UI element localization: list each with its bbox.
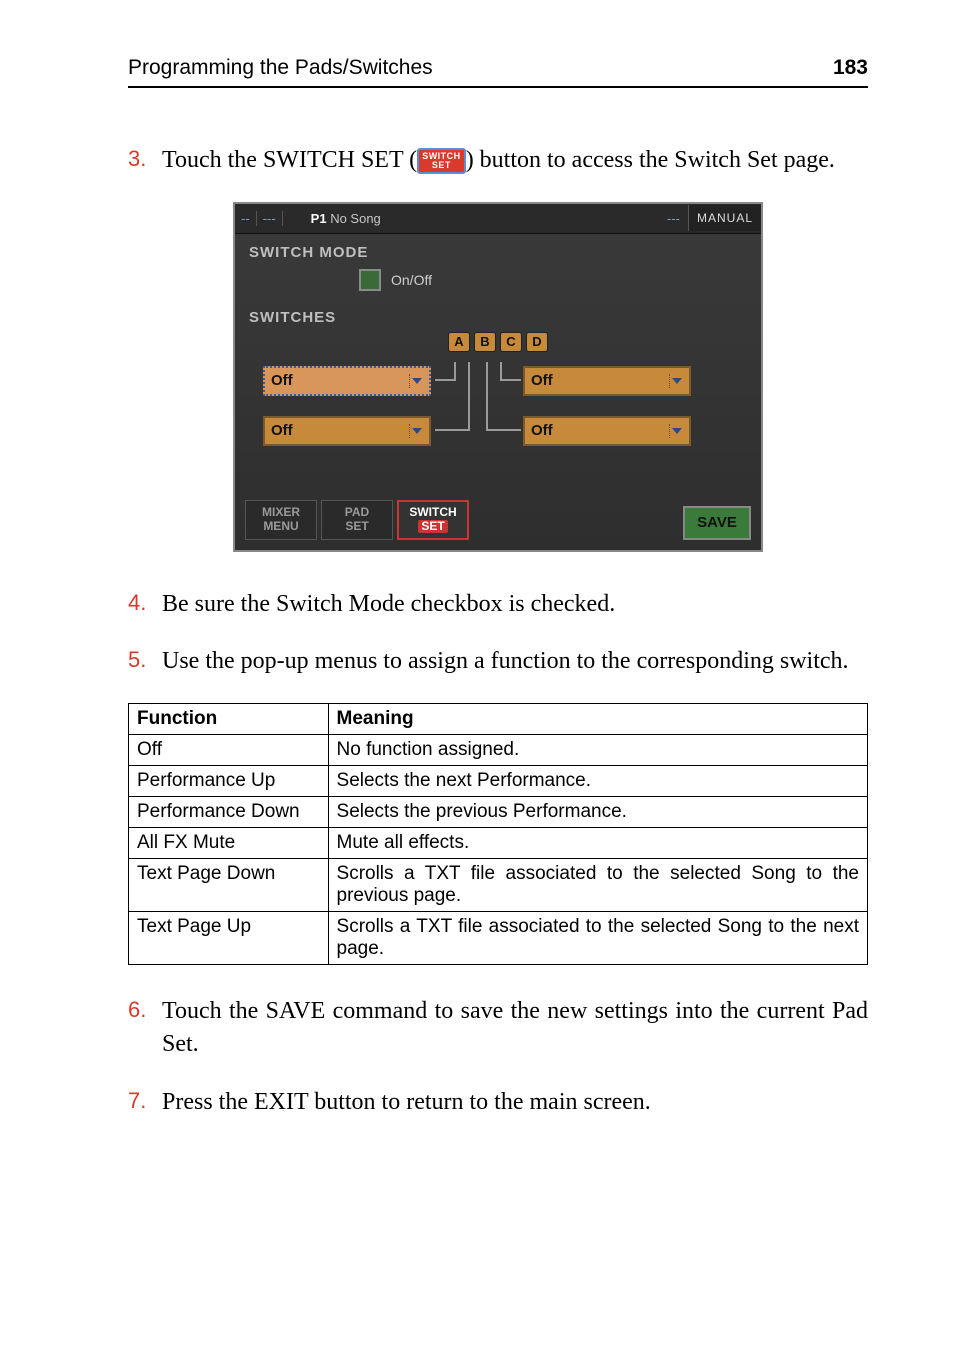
slot-c-label: C	[500, 332, 522, 352]
switch-a-value: Off	[271, 372, 293, 389]
tab-mixer-menu[interactable]: MIXERMENU	[245, 500, 317, 540]
step-5-text: Use the pop-up menus to assign a functio…	[162, 645, 868, 679]
device-screenshot: -- --- P1 No Song --- MANUAL SWITCH MODE…	[233, 202, 763, 552]
slot-b-label: B	[474, 332, 496, 352]
switch-mode-label: SWITCH MODE	[249, 244, 747, 261]
switches-label: SWITCHES	[249, 309, 747, 326]
table-row: Performance DownSelects the previous Per…	[129, 796, 868, 827]
switch-mode-checkbox[interactable]	[359, 269, 381, 291]
titlebar-dash-2: ---	[256, 211, 283, 226]
switch-c-value: Off	[271, 422, 293, 439]
tab-switch-set[interactable]: SWITCHSET	[397, 500, 469, 540]
function-table: Function Meaning OffNo function assigned…	[128, 703, 868, 965]
tab-pad-set[interactable]: PADSET	[321, 500, 393, 540]
screen-titlebar: -- --- P1 No Song --- MANUAL	[235, 204, 761, 234]
table-row: Text Page UpScrolls a TXT file associate…	[129, 911, 868, 964]
chevron-down-icon	[409, 374, 423, 388]
switch-d-value: Off	[531, 422, 553, 439]
switch-a-dropdown[interactable]: Off	[263, 366, 431, 396]
step-number-6: 6.	[128, 995, 162, 1062]
table-row: All FX MuteMute all effects.	[129, 827, 868, 858]
step-3-pre: Touch the SWITCH SET (	[162, 147, 417, 173]
chevron-down-icon	[669, 424, 683, 438]
header-title: Programming the Pads/Switches	[128, 56, 433, 80]
step-number-3: 3.	[128, 144, 162, 178]
th-meaning: Meaning	[328, 703, 867, 734]
chevron-down-icon	[409, 424, 423, 438]
th-function: Function	[129, 703, 329, 734]
step-4-text: Be sure the Switch Mode checkbox is chec…	[162, 588, 868, 622]
step-number-4: 4.	[128, 588, 162, 622]
table-row: OffNo function assigned.	[129, 734, 868, 765]
titlebar-dash-3: ---	[659, 211, 688, 226]
header-rule	[128, 86, 868, 88]
titlebar-title: P1 No Song	[283, 211, 381, 226]
switch-b-dropdown[interactable]: Off	[523, 366, 691, 396]
step-number-7: 7.	[128, 1086, 162, 1120]
table-row: Text Page DownScrolls a TXT file associa…	[129, 858, 868, 911]
switch-d-dropdown[interactable]: Off	[523, 416, 691, 446]
step-6-text: Touch the SAVE command to save the new s…	[162, 995, 868, 1062]
step-7-text: Press the EXIT button to return to the m…	[162, 1086, 868, 1120]
table-row: Performance UpSelects the next Performan…	[129, 765, 868, 796]
step-3-post: ) button to access the Switch Set page.	[466, 147, 835, 173]
bracket-lines	[435, 362, 521, 458]
save-button[interactable]: SAVE	[683, 506, 751, 540]
onoff-label: On/Off	[391, 272, 432, 288]
step-number-5: 5.	[128, 645, 162, 679]
manual-button[interactable]: MANUAL	[688, 205, 761, 231]
titlebar-dash-1: --	[235, 211, 256, 226]
step-3-text: Touch the SWITCH SET (SWITCHSET) button …	[162, 144, 868, 178]
slot-a-label: A	[448, 332, 470, 352]
switch-c-dropdown[interactable]: Off	[263, 416, 431, 446]
chevron-down-icon	[669, 374, 683, 388]
slot-d-label: D	[526, 332, 548, 352]
switch-b-value: Off	[531, 372, 553, 389]
switch-set-icon: SWITCHSET	[417, 148, 466, 174]
page-number: 183	[833, 56, 868, 80]
